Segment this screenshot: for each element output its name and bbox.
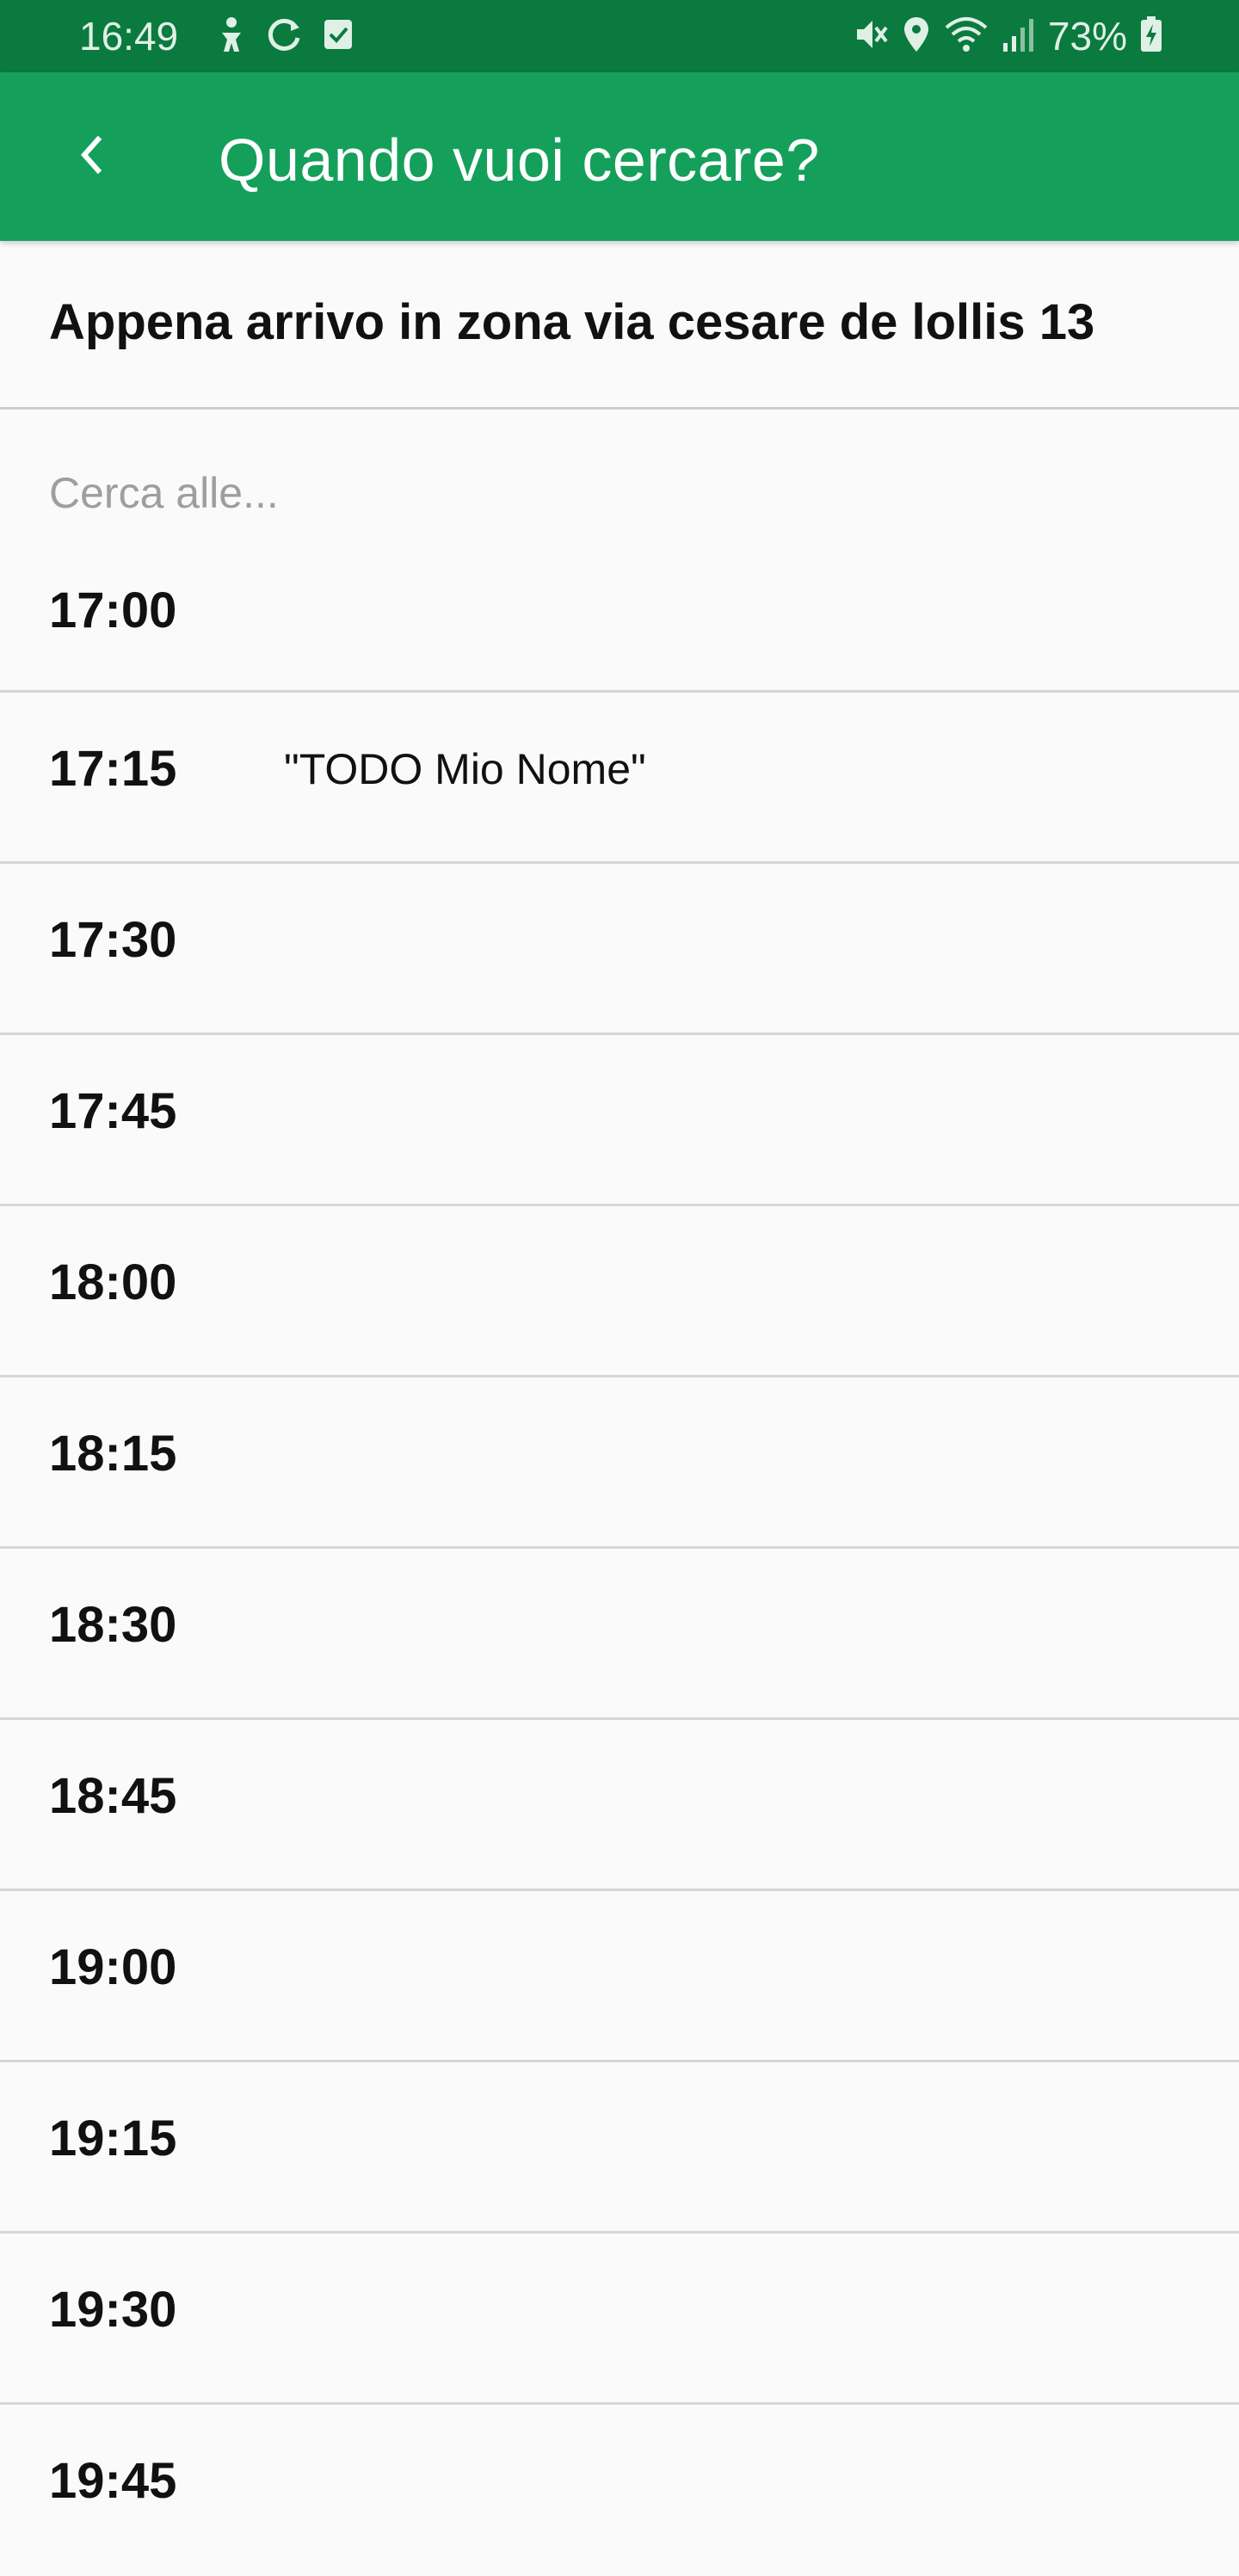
time-label: 18:30 (49, 1597, 177, 1653)
status-left-icons (217, 15, 354, 57)
time-label: 17:45 (49, 1083, 177, 1139)
status-time: 16:49 (79, 14, 179, 59)
time-option[interactable]: 19:30 (0, 2234, 1239, 2405)
time-label: 19:30 (49, 2282, 177, 2338)
time-label: 19:45 (49, 2453, 177, 2509)
time-option[interactable]: 18:45 (0, 1720, 1239, 1891)
location-label: Appena arrivo in zona via cesare de loll… (49, 294, 1095, 350)
time-label: 19:00 (49, 1939, 177, 1995)
status-right: 73% (852, 9, 1163, 64)
page-title: Quando vuoi cercare? (219, 126, 820, 194)
time-label: 18:00 (49, 1254, 177, 1310)
location-icon (902, 15, 931, 58)
search-hint: Cerca alle... (49, 469, 279, 517)
time-option[interactable]: 19:45 (0, 2405, 1239, 2576)
back-button[interactable] (50, 115, 133, 198)
wifi-icon (943, 15, 989, 58)
time-option[interactable]: 17:30 (0, 864, 1239, 1035)
mute-icon (852, 15, 890, 58)
battery-percent: 73% (1047, 14, 1127, 59)
time-option[interactable]: 18:15 (0, 1377, 1239, 1549)
time-label: 17:30 (49, 912, 177, 968)
time-option[interactable]: 18:30 (0, 1549, 1239, 1720)
accessibility-icon (217, 15, 246, 58)
time-label: 18:45 (49, 1768, 177, 1824)
time-option[interactable]: 17:15 "TODO Mio Nome" (0, 693, 1239, 864)
time-option[interactable]: 19:00 (0, 1891, 1239, 2062)
time-option[interactable]: 17:45 (0, 1035, 1239, 1206)
chevron-left-icon (74, 134, 108, 180)
time-option[interactable]: 18:00 (0, 1206, 1239, 1377)
status-bar: 16:49 73% (0, 0, 1239, 72)
time-option[interactable]: 19:15 (0, 2062, 1239, 2234)
location-option[interactable]: Appena arrivo in zona via cesare de loll… (0, 241, 1239, 410)
time-label: 18:15 (49, 1426, 177, 1482)
time-label: 17:00 (49, 582, 177, 638)
time-note: "TODO Mio Nome" (284, 745, 646, 793)
time-label: 17:15 (49, 741, 177, 797)
time-label: 19:15 (49, 2111, 177, 2166)
sync-icon (265, 15, 303, 58)
time-option[interactable]: 17:00 (0, 521, 1239, 693)
app-bar: Quando vuoi cercare? (0, 72, 1239, 241)
battery-charging-icon (1139, 15, 1163, 58)
signal-icon (1002, 15, 1036, 58)
checkbox-icon (322, 17, 354, 56)
